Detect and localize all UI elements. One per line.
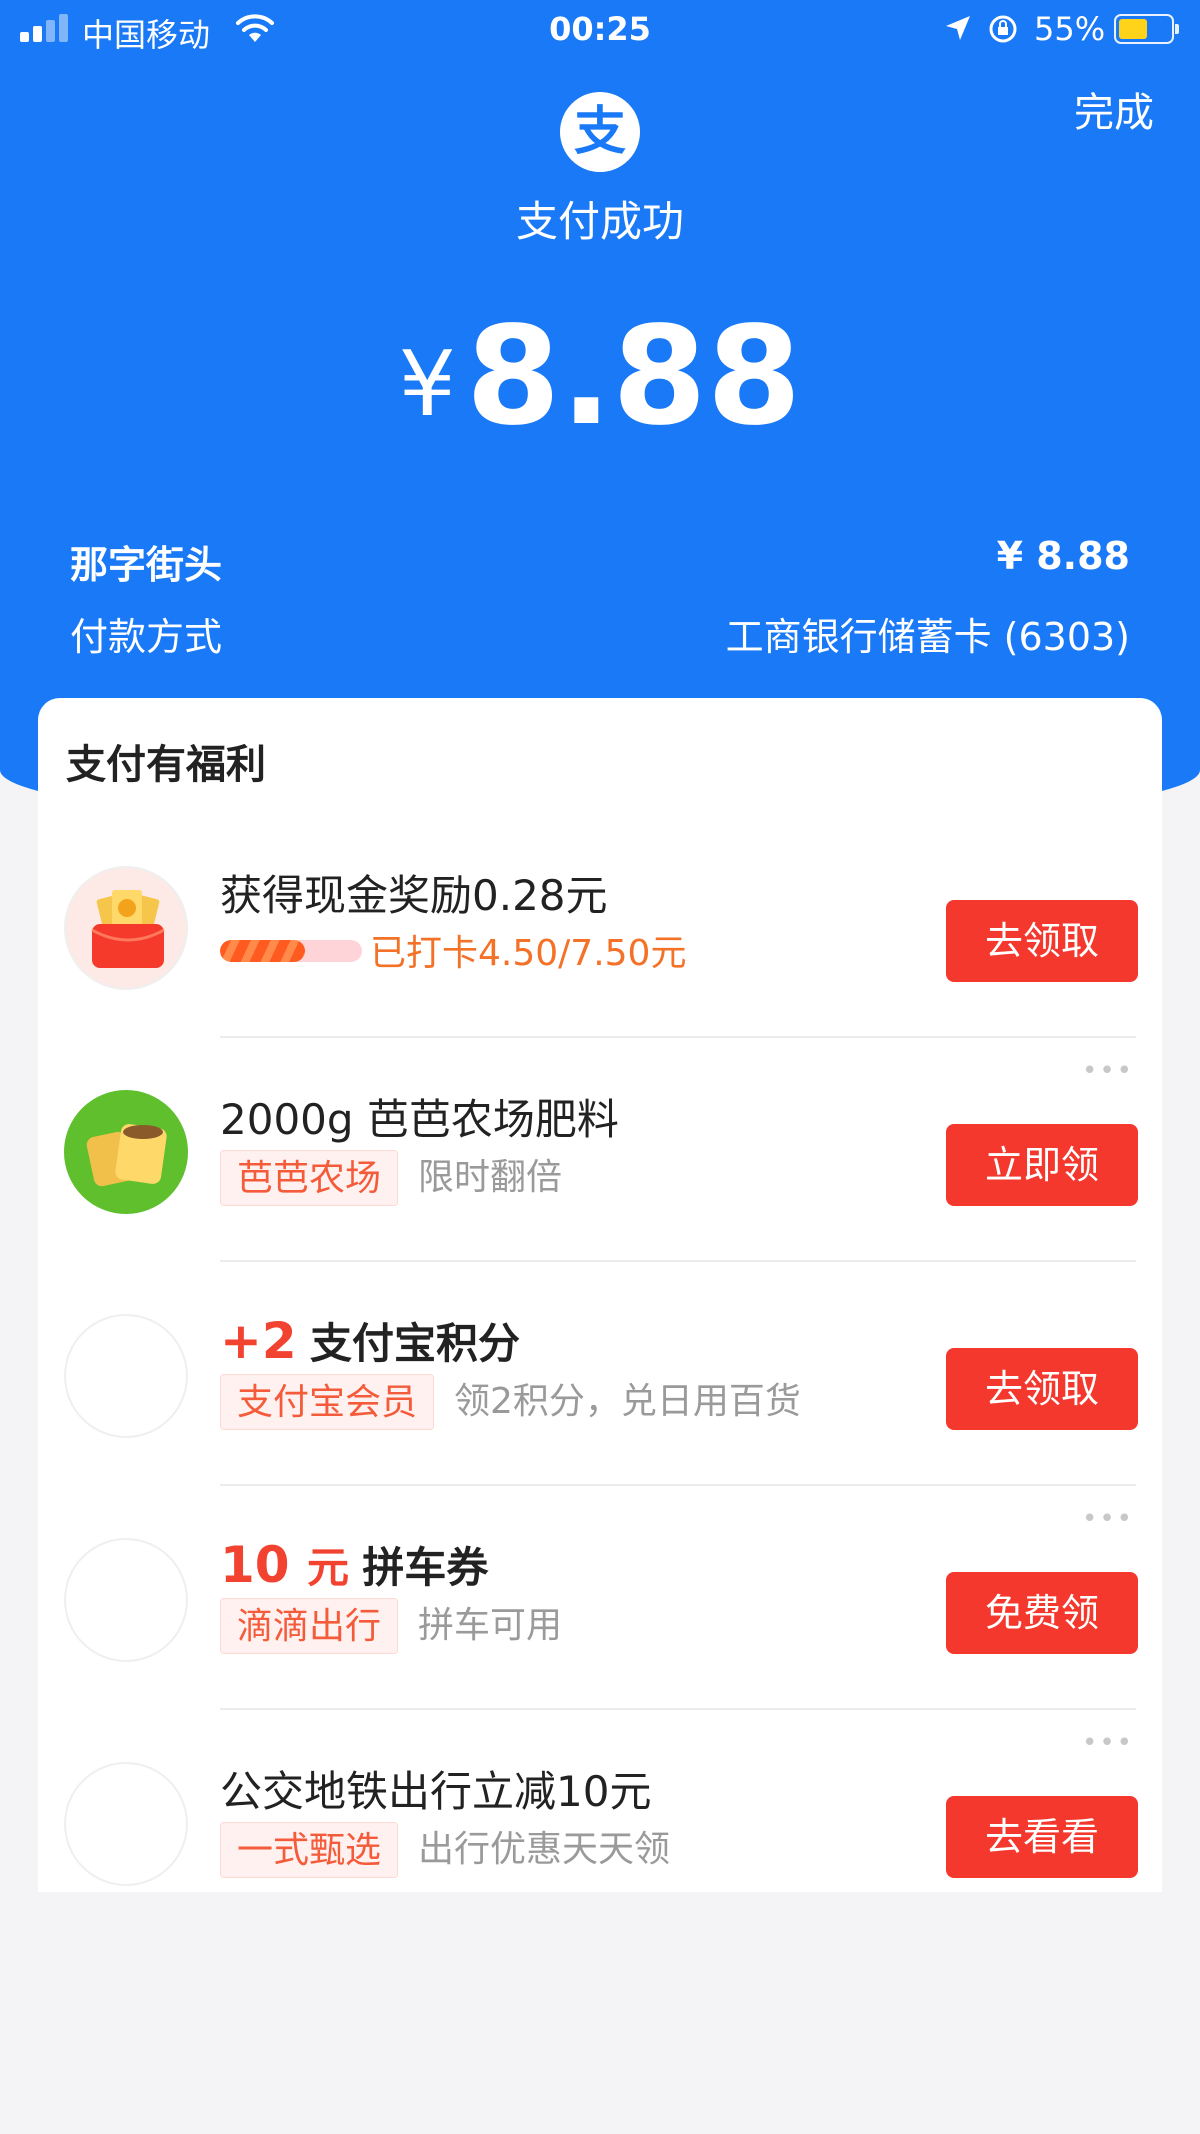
payment-status: 支付成功: [515, 197, 684, 246]
benefit-desc: 限时翻倍: [418, 1157, 563, 1198]
points-icon: [64, 1314, 188, 1438]
coupon-value: 10: [220, 1536, 290, 1594]
benefit-desc: 出行优惠天天领: [418, 1829, 671, 1870]
divider: [220, 1036, 1136, 1038]
benefit-title-text: 支付宝积分: [310, 1319, 521, 1368]
fertilizer-icon: [64, 1090, 188, 1214]
benefit-title: 10 元 拼车券: [220, 1534, 488, 1595]
benefit-title: 获得现金奖励0.28元: [220, 871, 608, 920]
claim-coupon-button[interactable]: 免费领: [946, 1572, 1138, 1654]
payment-method-label: 付款方式: [70, 615, 223, 659]
more-options-icon[interactable]: •••: [1082, 1056, 1134, 1086]
clock: 00:25: [549, 10, 651, 48]
coupon-highlight: 10 元: [220, 1536, 349, 1594]
more-options-icon[interactable]: •••: [1082, 1728, 1134, 1758]
benefit-subline: 一式甄选 出行优惠天天领: [220, 1822, 670, 1878]
points-highlight: +2: [220, 1312, 297, 1370]
divider: [220, 1708, 1136, 1710]
payment-method-value: 工商银行储蓄卡 (6303): [725, 615, 1130, 659]
benefit-tag: 滴滴出行: [220, 1598, 399, 1654]
payment-method-row: 付款方式 工商银行储蓄卡 (6303): [70, 606, 1130, 661]
divider: [220, 1260, 1136, 1262]
benefit-subline: 芭芭农场 限时翻倍: [220, 1150, 562, 1206]
battery-icon: [1114, 14, 1179, 44]
currency-symbol: ¥: [398, 332, 456, 437]
merchant-row: 那字街头 ¥ 8.88: [70, 534, 1130, 589]
payment-amount: ¥8.88: [0, 298, 1200, 456]
benefit-item: ••• 2000g 芭芭农场肥料 芭芭农场 限时翻倍 立即领: [38, 1036, 1162, 1260]
benefit-desc: 领2积分，兑日用百货: [454, 1381, 801, 1422]
benefits-title: 支付有福利: [66, 742, 266, 788]
battery-percent: 55%: [1034, 10, 1106, 48]
transit-icon: [64, 1762, 188, 1886]
alipay-logo-icon: 支: [560, 92, 640, 172]
benefit-item: ••• 公交地铁出行立减10元 一式甄选 出行优惠天天领 去看看: [38, 1708, 1162, 1892]
amount-value: 8.88: [465, 298, 802, 456]
benefit-desc: 拼车可用: [418, 1605, 563, 1646]
view-transit-button[interactable]: 去看看: [946, 1796, 1138, 1878]
benefit-title-text: 拼车券: [362, 1543, 489, 1592]
carpool-icon: [64, 1538, 188, 1662]
more-options-icon[interactable]: •••: [1082, 1504, 1134, 1534]
benefit-tag: 一式甄选: [220, 1822, 399, 1878]
benefit-title: +2 支付宝积分: [220, 1310, 520, 1371]
claim-fertilizer-button[interactable]: 立即领: [946, 1124, 1138, 1206]
benefit-item: +2 支付宝积分 支付宝会员 领2积分，兑日用百货 去领取: [38, 1260, 1162, 1484]
benefit-tag: 支付宝会员: [220, 1374, 435, 1430]
benefit-item: 获得现金奖励0.28元 已打卡4.50/7.50元 去领取: [38, 812, 1162, 1036]
done-button[interactable]: 完成: [1074, 80, 1154, 138]
claim-cash-button[interactable]: 去领取: [946, 900, 1138, 982]
benefit-subline: 支付宝会员 领2积分，兑日用百货: [220, 1374, 801, 1430]
coupon-unit: 元: [307, 1543, 350, 1592]
checkin-progress-bar: [220, 940, 362, 962]
merchant-amount: ¥ 8.88: [996, 534, 1130, 578]
benefits-card: 支付有福利 获得现金奖励0.28元 已打卡4.50/7.50元 去领取 •••: [38, 698, 1162, 1892]
benefit-title: 公交地铁出行立减10元: [220, 1767, 652, 1816]
location-arrow-icon: [944, 14, 972, 46]
benefit-subline: 滴滴出行 拼车可用: [220, 1598, 562, 1654]
divider: [220, 1484, 1136, 1486]
red-envelope-icon: [64, 866, 188, 990]
status-bar: 中国移动 00:25 55%: [0, 0, 1200, 60]
benefit-tag: 芭芭农场: [220, 1150, 399, 1206]
benefit-item: ••• 10 元 拼车券 滴滴出行 拼车可用 免费领: [38, 1484, 1162, 1708]
claim-points-button[interactable]: 去领取: [946, 1348, 1138, 1430]
merchant-name: 那字街头: [70, 543, 223, 587]
checkin-progress-text: 已打卡4.50/7.50元: [370, 933, 687, 974]
rotation-lock-icon: [988, 14, 1018, 48]
benefit-title: 2000g 芭芭农场肥料: [220, 1095, 619, 1144]
